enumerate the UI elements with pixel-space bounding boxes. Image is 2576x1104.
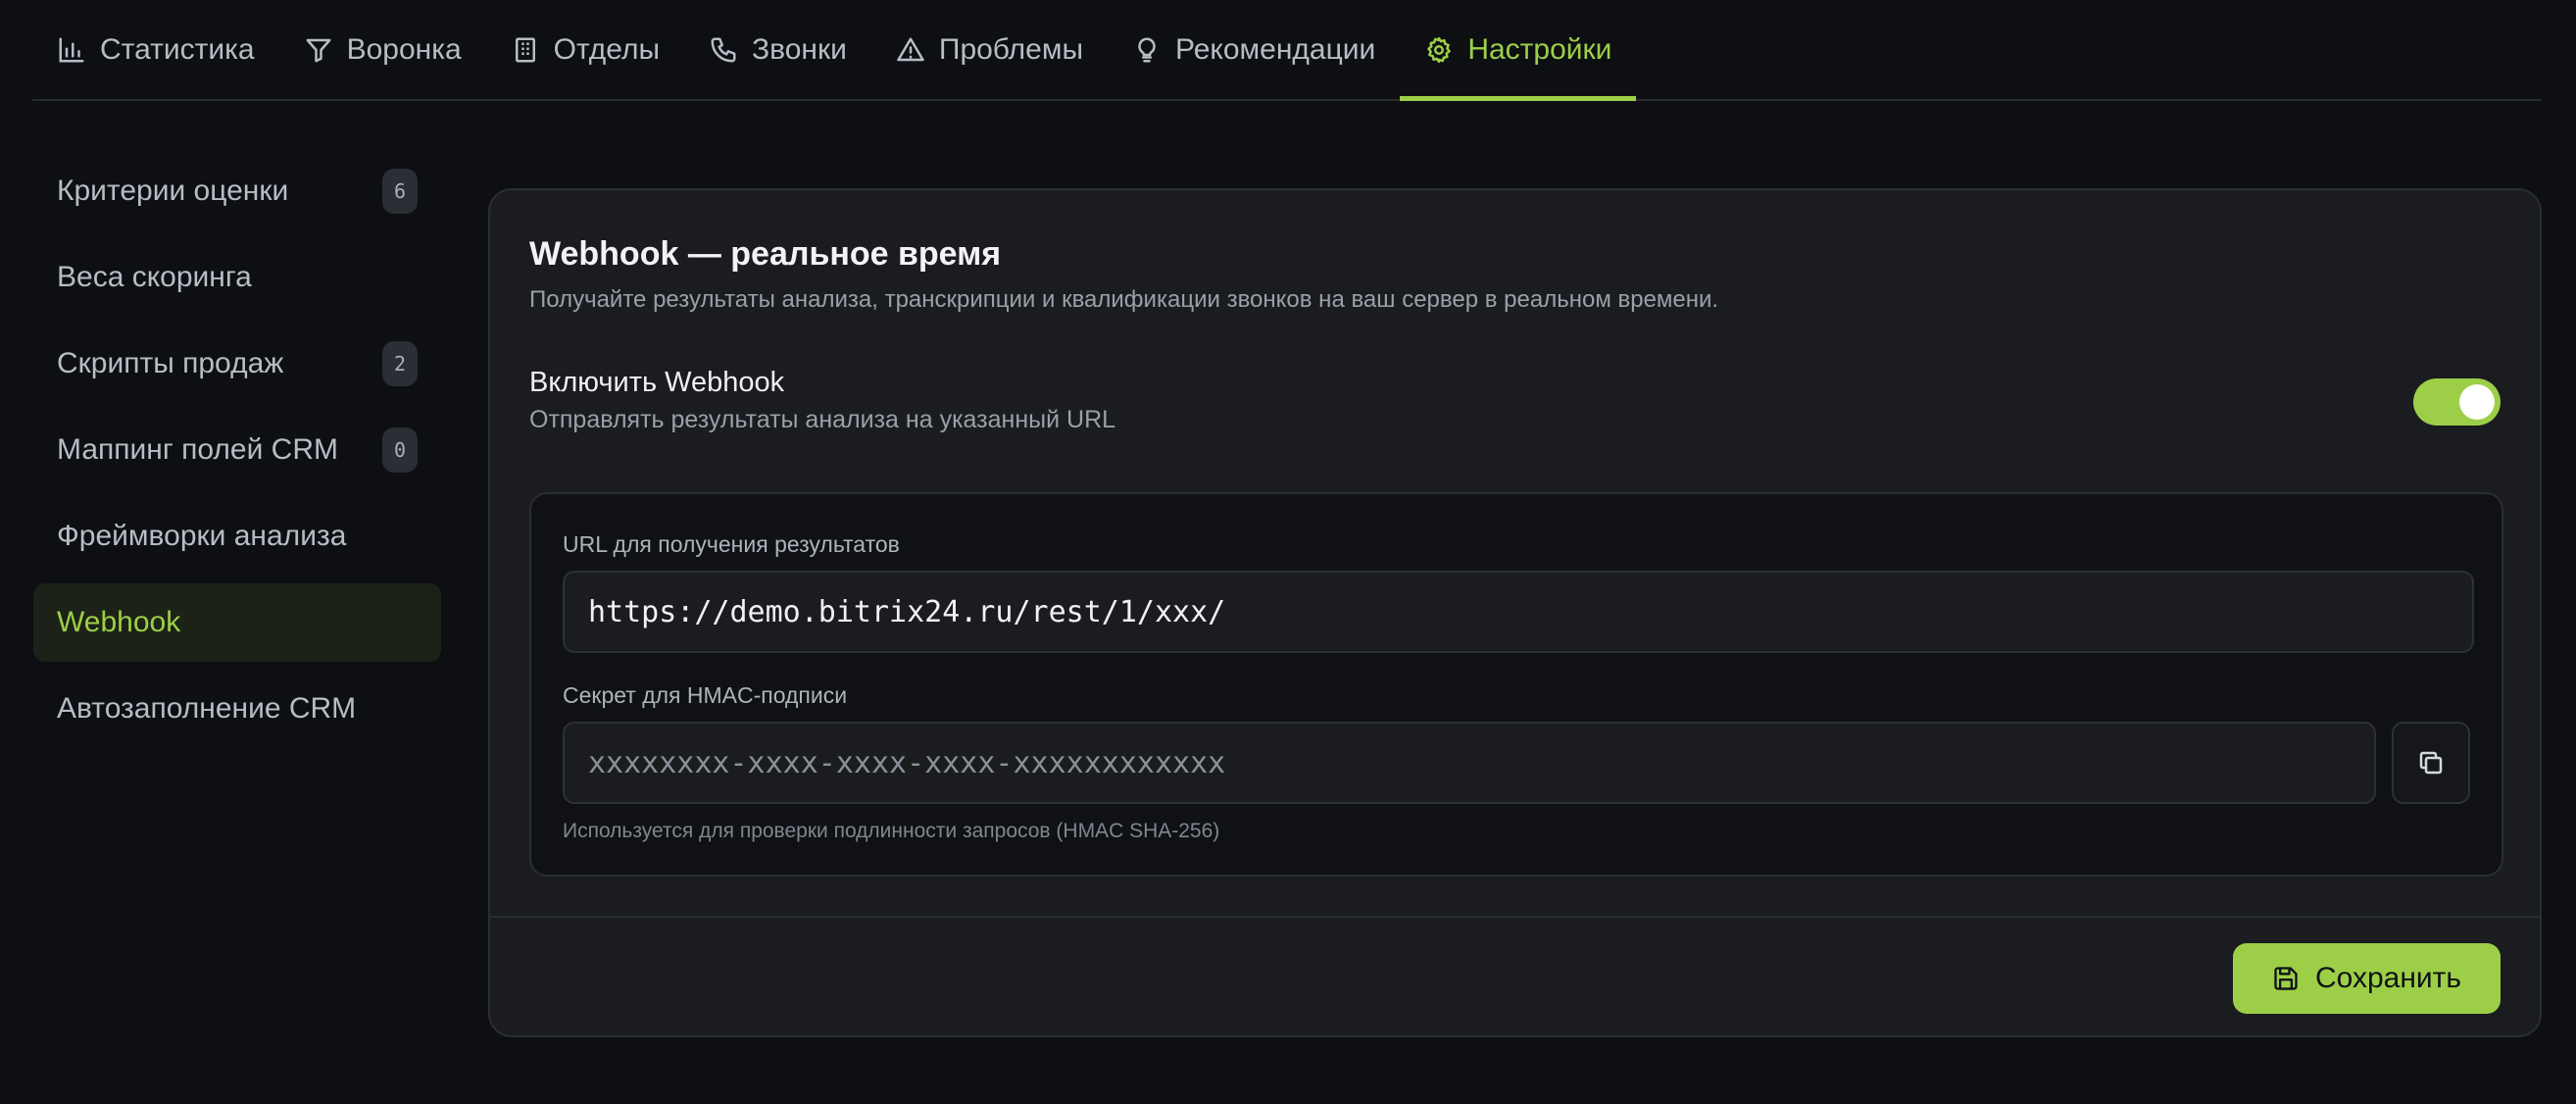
sidebar-item-webhook[interactable]: Webhook: [33, 583, 441, 662]
sidebar-item-label: Скрипты продаж: [57, 347, 284, 379]
copy-secret-button[interactable]: [2392, 722, 2470, 804]
tab-label: Статистика: [100, 32, 255, 66]
count-badge: 6: [382, 169, 418, 214]
url-field-label: URL для получения результатов: [563, 531, 900, 557]
count-badge: 0: [382, 427, 418, 473]
toggle-knob: [2459, 384, 2495, 420]
sidebar-item-label: Фреймворки анализа: [57, 520, 347, 552]
tab-label: Звонки: [752, 32, 847, 66]
card-subtitle: Получайте результаты анализа, транскрипц…: [529, 286, 1719, 313]
sidebar-item-crm-autofill[interactable]: Автозаполнение CRM: [33, 670, 441, 748]
tab-settings[interactable]: Настройки: [1400, 0, 1637, 101]
save-button[interactable]: Сохранить: [2233, 943, 2501, 1014]
sidebar-item-label: Веса скоринга: [57, 261, 252, 293]
tab-recommendations[interactable]: Рекомендации: [1108, 0, 1400, 99]
tab-departments[interactable]: Отделы: [486, 0, 684, 99]
tab-problems[interactable]: Проблемы: [871, 0, 1108, 99]
toggle-description: Отправлять результаты анализа на указанн…: [529, 406, 1116, 433]
warning-triangle-icon: [897, 37, 924, 61]
sidebar-item-scoring-weights[interactable]: Веса скоринга: [33, 238, 441, 317]
card-footer: Сохранить: [490, 916, 2540, 1035]
save-icon: [2274, 967, 2298, 990]
webhook-config-panel: URL для получения результатов Секрет для…: [529, 492, 2503, 877]
tab-label: Отделы: [553, 32, 661, 66]
tab-label: Рекомендации: [1175, 32, 1376, 66]
bar-chart-icon: [59, 37, 84, 62]
webhook-settings-card: Webhook — реальное время Получайте резул…: [488, 188, 2542, 1037]
top-navigation: Статистика Воронка Отделы Звонки Проблем…: [32, 0, 2542, 101]
phone-icon: [711, 37, 736, 62]
secret-hint: Используется для проверки подлинности за…: [563, 820, 1220, 842]
count-badge: 2: [382, 341, 418, 386]
lightbulb-icon: [1138, 36, 1156, 62]
secret-field-label: Секрет для HMAC-подписи: [563, 682, 848, 708]
copy-icon: [2419, 751, 2443, 775]
sidebar-item-sales-scripts[interactable]: Скрипты продаж 2: [33, 325, 441, 403]
toggle-label: Включить Webhook: [529, 367, 785, 398]
sidebar-item-criteria[interactable]: Критерии оценки 6: [33, 152, 441, 230]
sidebar-item-label: Webhook: [57, 606, 181, 638]
sidebar-item-frameworks[interactable]: Фреймворки анализа: [33, 497, 441, 576]
url-input[interactable]: [563, 571, 2474, 653]
webhook-enable-toggle[interactable]: [2413, 378, 2501, 426]
sidebar-item-label: Автозаполнение CRM: [57, 692, 357, 725]
secret-input[interactable]: [563, 722, 2376, 804]
sidebar-item-label: Критерии оценки: [57, 175, 289, 207]
tab-statistics[interactable]: Статистика: [32, 0, 279, 99]
settings-sidebar: Критерии оценки 6 Веса скоринга Скрипты …: [33, 152, 441, 756]
tab-calls[interactable]: Звонки: [684, 0, 871, 99]
card-title: Webhook — реальное время: [529, 235, 1002, 273]
tab-funnel[interactable]: Воронка: [279, 0, 486, 99]
tab-label: Проблемы: [938, 32, 1084, 66]
funnel-icon: [306, 38, 331, 62]
sidebar-item-crm-mapping[interactable]: Маппинг полей CRM 0: [33, 411, 441, 489]
sidebar-item-label: Маппинг полей CRM: [57, 433, 338, 466]
tab-label: Воронка: [346, 32, 462, 66]
tab-label: Настройки: [1467, 32, 1612, 66]
save-button-label: Сохранить: [2314, 962, 2462, 994]
building-icon: [515, 37, 535, 62]
gear-icon: [1427, 36, 1452, 63]
